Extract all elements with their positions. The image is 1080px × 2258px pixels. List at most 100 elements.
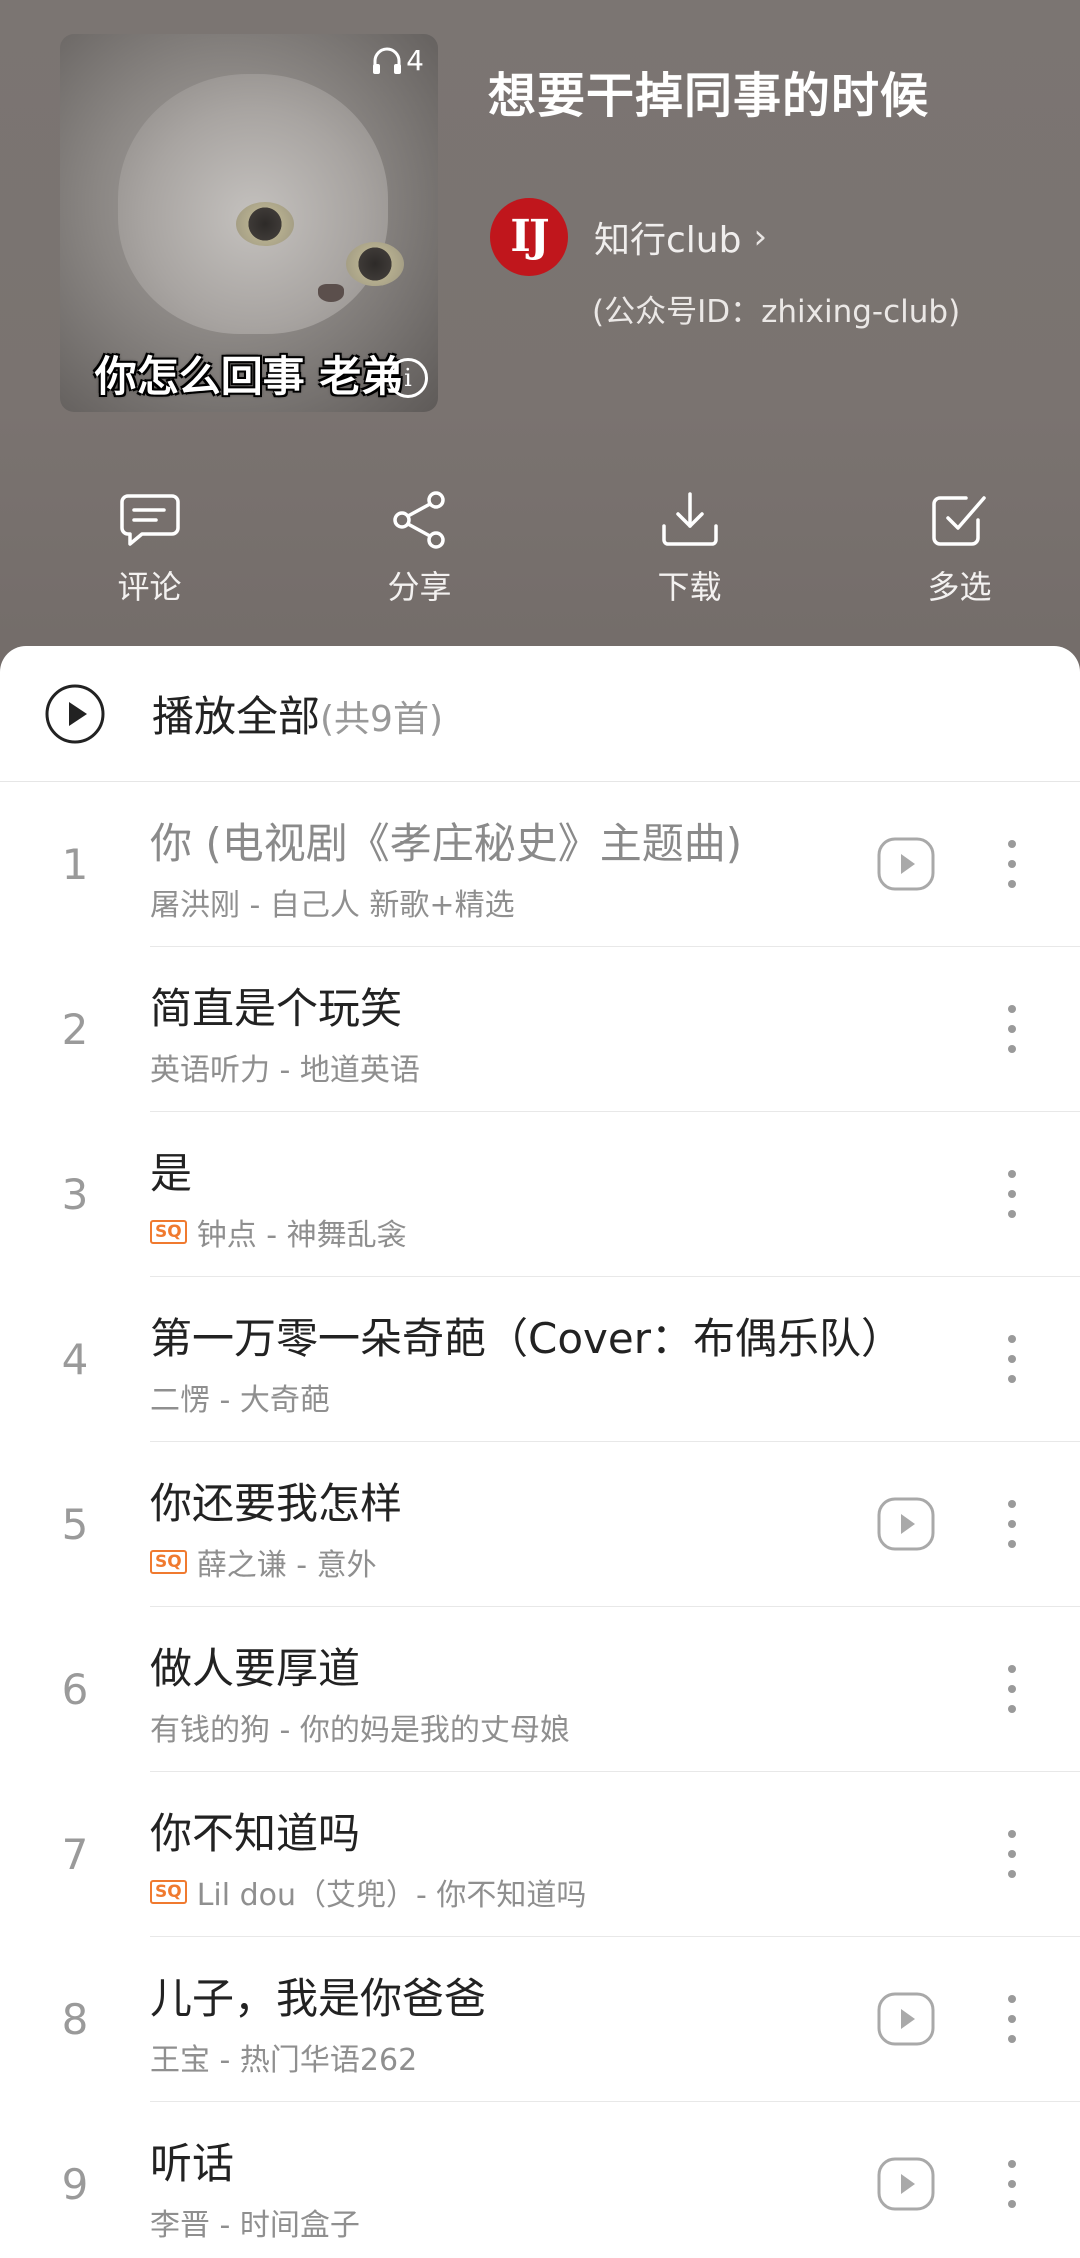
more-options-icon[interactable]	[1000, 1168, 1024, 1220]
action-bar: 评论 分享 下载 多选	[0, 490, 1080, 608]
song-title-text: 简直是个玩笑	[150, 984, 403, 1033]
song-subtitle: 李晋 - 时间盒子	[150, 2200, 360, 2244]
more-options-icon[interactable]	[1000, 1003, 1024, 1055]
song-row[interactable]: 1 你 (电视剧《孝庄秘史》主题曲) 屠洪刚 - 自己人 新歌+精选	[0, 782, 1080, 947]
song-row[interactable]: 8 儿子，我是你爸爸 王宝 - 热门华语262	[0, 1937, 1080, 2102]
artist-album: 屠洪刚 - 自己人 新歌+精选	[150, 888, 515, 923]
song-subtitle: 英语听力 - 地道英语	[150, 1045, 420, 1089]
download-icon	[661, 492, 718, 546]
mv-play-icon[interactable]	[876, 1496, 936, 1552]
song-index: 3	[61, 1170, 89, 1219]
song-title-text: 做人要厚道	[150, 1644, 361, 1693]
cat-nose	[318, 284, 344, 302]
song-index: 7	[61, 1830, 89, 1879]
playlist-title: 想要干掉同事的时候	[488, 68, 930, 124]
song-row[interactable]: 6 做人要厚道有钱的狗 - 你的妈是我的丈母娘	[0, 1607, 1080, 1772]
song-title-text: 是	[150, 1149, 193, 1198]
song-subtitle: 屠洪刚 - 自己人 新歌+精选	[150, 880, 515, 924]
play-count-value: 4	[406, 44, 424, 77]
song-list: 1 你 (电视剧《孝庄秘史》主题曲) 屠洪刚 - 自己人 新歌+精选 2 简直是个玩笑英…	[0, 782, 1080, 2258]
multiselect-icon	[931, 496, 986, 546]
play-count: 4	[372, 44, 424, 77]
comment-label: 评论	[117, 568, 182, 606]
song-title: 你不知道吗	[150, 1800, 360, 1861]
more-options-icon[interactable]	[1000, 1333, 1024, 1385]
author-link[interactable]: IJ 知行club ›	[490, 198, 767, 276]
song-title: 第一万零一朵奇葩（Cover：布偶乐队）	[150, 1305, 903, 1366]
song-title-text: 你	[150, 819, 193, 868]
song-title: 做人要厚道	[150, 1635, 360, 1696]
song-title: 是	[150, 1140, 192, 1201]
download-label: 下载	[657, 568, 722, 606]
share-button[interactable]: 分享	[299, 490, 540, 608]
artist-album: 钟点 - 神舞乱衾	[196, 1218, 407, 1253]
info-icon[interactable]: i	[388, 358, 428, 398]
song-row[interactable]: 5 你还要我怎样 SQ 薛之谦 - 意外	[0, 1442, 1080, 1607]
song-title-text: 儿子，我是你爸爸	[150, 1974, 487, 2023]
song-row[interactable]: 4 第一万零一朵奇葩（Cover：布偶乐队） 二愣 - 大奇葩	[0, 1277, 1080, 1442]
play-all-label: 播放全部(共9首)	[152, 683, 443, 744]
song-index: 6	[61, 1665, 89, 1714]
artist-album: Lil dou（艾兜）- 你不知道吗	[196, 1878, 587, 1913]
song-row[interactable]: 3 是 SQ 钟点 - 神舞乱衾	[0, 1112, 1080, 1277]
cat-image	[118, 74, 404, 334]
sq-badge-icon: SQ	[150, 1220, 187, 1244]
song-subtitle: SQ 钟点 - 神舞乱衾	[150, 1210, 407, 1254]
song-index: 4	[61, 1335, 89, 1384]
more-options-icon[interactable]	[1000, 1828, 1024, 1880]
playlist-header: 4 你怎么回事 老弟 i 想要干掉同事的时候 IJ 知行club › (公众号I…	[0, 0, 1080, 680]
song-title-text: 第一万零一朵奇葩（Cover：布偶乐队）	[150, 1314, 903, 1363]
share-icon	[392, 491, 445, 549]
song-subtitle: 二愣 - 大奇葩	[150, 1375, 330, 1419]
author-name[interactable]: 知行club	[594, 211, 741, 263]
author-id: (公众号ID：zhixing-club)	[592, 294, 961, 330]
song-row[interactable]: 9 听话李晋 - 时间盒子	[0, 2102, 1080, 2258]
comment-button[interactable]: 评论	[29, 490, 270, 608]
artist-album: 有钱的狗 - 你的妈是我的丈母娘	[150, 1713, 570, 1748]
play-all-text: 播放全部	[152, 692, 321, 741]
song-row[interactable]: 7 你不知道吗 SQ Lil dou（艾兜）- 你不知道吗	[0, 1772, 1080, 1937]
multiselect-label: 多选	[927, 568, 992, 606]
song-title-text: 你不知道吗	[150, 1809, 361, 1858]
cat-eye-right	[346, 242, 404, 286]
avatar[interactable]: IJ	[490, 198, 568, 276]
song-row[interactable]: 2 简直是个玩笑英语听力 - 地道英语	[0, 947, 1080, 1112]
song-title: 你 (电视剧《孝庄秘史》主题曲)	[150, 810, 742, 871]
song-index: 8	[61, 1995, 89, 2044]
song-title: 你还要我怎样	[150, 1470, 402, 1531]
song-title-extra: (电视剧《孝庄秘史》主题曲)	[192, 819, 743, 868]
song-index: 9	[61, 2160, 89, 2209]
more-options-icon[interactable]	[1000, 838, 1024, 890]
cover-caption: 你怎么回事 老弟	[94, 352, 404, 401]
song-title-text: 你还要我怎样	[150, 1479, 403, 1528]
multiselect-button[interactable]: 多选	[839, 490, 1080, 608]
chevron-right-icon: ›	[753, 217, 768, 257]
share-label: 分享	[387, 568, 452, 606]
artist-album: 李晋 - 时间盒子	[150, 2208, 360, 2243]
mv-play-icon[interactable]	[876, 836, 936, 892]
mv-play-icon[interactable]	[876, 2156, 936, 2212]
sq-badge-icon: SQ	[150, 1880, 187, 1904]
cat-eye-left	[236, 202, 294, 246]
song-index: 2	[61, 1005, 89, 1054]
artist-album: 英语听力 - 地道英语	[150, 1053, 420, 1088]
mv-play-icon[interactable]	[876, 1991, 936, 2047]
song-subtitle: SQ Lil dou（艾兜）- 你不知道吗	[150, 1870, 586, 1914]
more-options-icon[interactable]	[1000, 2158, 1024, 2210]
play-all-button[interactable]: 播放全部(共9首)	[0, 646, 1080, 782]
song-index: 1	[61, 840, 89, 889]
play-circle-icon	[45, 684, 105, 743]
song-title: 简直是个玩笑	[150, 975, 402, 1036]
playlist-cover[interactable]: 4 你怎么回事 老弟 i	[60, 34, 438, 412]
song-title: 儿子，我是你爸爸	[150, 1965, 486, 2026]
headphones-icon	[373, 47, 402, 74]
song-count: (共9首)	[320, 699, 444, 740]
more-options-icon[interactable]	[1000, 1498, 1024, 1550]
more-options-icon[interactable]	[1000, 1993, 1024, 2045]
download-button[interactable]: 下载	[569, 490, 810, 608]
song-title: 听话	[150, 2130, 234, 2191]
more-options-icon[interactable]	[1000, 1663, 1024, 1715]
song-list-sheet: 播放全部(共9首) 1 你 (电视剧《孝庄秘史》主题曲) 屠洪刚 - 自己人 新歌+…	[0, 646, 1080, 2258]
song-subtitle: 有钱的狗 - 你的妈是我的丈母娘	[150, 1705, 570, 1749]
song-index: 5	[61, 1500, 89, 1549]
